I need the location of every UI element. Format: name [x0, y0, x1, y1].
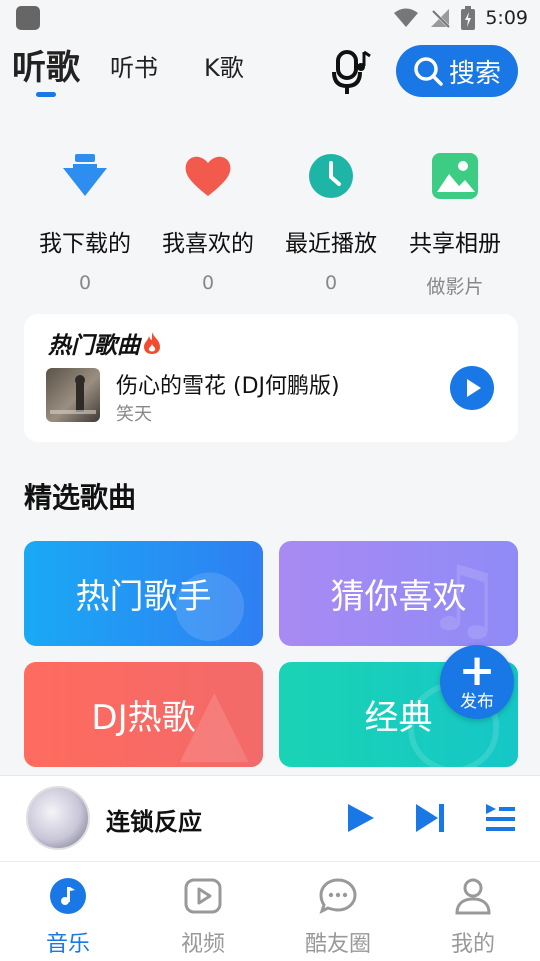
- quick-count: 0: [201, 272, 215, 294]
- photo-icon: [432, 153, 478, 199]
- hot-songs-card[interactable]: 热门歌曲 伤心的雪花 (DJ何鹏版) 笑天: [24, 314, 518, 442]
- tile-guess-you-like[interactable]: ♫ 猜你喜欢: [279, 541, 518, 646]
- song-artist: 笑天: [116, 404, 152, 425]
- cover-art: [50, 375, 96, 414]
- fire-icon: [144, 332, 160, 354]
- quick-count: 0: [78, 272, 92, 294]
- tile-label: DJ热歌: [91, 698, 196, 738]
- tab-listen-songs[interactable]: 听歌: [12, 40, 80, 89]
- quick-label: 共享相册: [409, 231, 501, 257]
- nav-profile[interactable]: 我的: [423, 876, 523, 958]
- play-button[interactable]: [450, 366, 494, 410]
- tile-dj-hits[interactable]: ▲ DJ热歌: [24, 662, 263, 767]
- video-play-icon: [184, 878, 222, 914]
- clock-time: 5:09: [485, 7, 528, 29]
- quick-label: 我下载的: [39, 231, 131, 257]
- featured-section-title: 精选歌曲: [24, 481, 137, 514]
- quick-label: 最近播放: [285, 231, 377, 257]
- battery-charging-icon: [461, 6, 476, 30]
- tile-label: 猜你喜欢: [330, 577, 467, 617]
- nav-video[interactable]: 视频: [153, 876, 253, 958]
- quick-label: 我喜欢的: [162, 231, 254, 257]
- search-icon: [414, 57, 443, 86]
- tile-label: 热门歌手: [75, 577, 212, 617]
- download-icon: [63, 154, 107, 196]
- nav-label: 视频: [180, 932, 225, 957]
- top-bar: 听歌 听书 K歌 搜索: [0, 40, 540, 106]
- clock-icon: [309, 154, 353, 198]
- quick-actions: 我下载的 0 我喜欢的 0 最近播放 0 共享相册 做影片: [0, 150, 540, 300]
- status-icons: 5:09: [393, 4, 528, 32]
- quick-recent[interactable]: 最近播放 0: [271, 150, 391, 294]
- playlist-icon[interactable]: [482, 800, 518, 836]
- quick-subtitle: 做影片: [426, 276, 484, 298]
- music-note-icon: [50, 878, 86, 914]
- play-icon[interactable]: [342, 800, 378, 836]
- search-button-label: 搜索: [448, 58, 501, 89]
- quick-favorites[interactable]: 我喜欢的 0: [148, 150, 268, 294]
- quick-shared-album[interactable]: 共享相册 做影片: [395, 150, 515, 299]
- app-notification-icon: [16, 6, 40, 30]
- voice-search-icon[interactable]: [330, 48, 374, 96]
- mini-player[interactable]: 连锁反应: [0, 775, 540, 861]
- next-track-icon[interactable]: [412, 800, 448, 836]
- publish-fab[interactable]: + 发布: [440, 645, 514, 719]
- quick-downloads[interactable]: 我下载的 0: [25, 150, 145, 294]
- heart-icon: [185, 156, 231, 196]
- active-tab-indicator: [36, 92, 56, 97]
- chat-bubble-icon: [319, 878, 357, 914]
- tile-label: 经典: [364, 698, 433, 738]
- publish-label: 发布: [460, 692, 494, 712]
- song-title: 伤心的雪花 (DJ何鹏版): [116, 374, 340, 399]
- bottom-nav: 音乐 视频 酷友圈 我的: [0, 861, 540, 961]
- status-bar: 5:09: [0, 0, 540, 36]
- nav-label: 酷友圈: [304, 932, 371, 957]
- user-icon: [455, 878, 491, 915]
- plus-icon: +: [458, 645, 496, 696]
- now-playing-cover[interactable]: [26, 786, 90, 850]
- quick-count: 0: [324, 272, 338, 294]
- song-cover-image[interactable]: [46, 368, 100, 422]
- wifi-icon: [394, 8, 419, 27]
- nav-label: 我的: [450, 932, 495, 957]
- search-button[interactable]: 搜索: [396, 45, 518, 97]
- nav-music[interactable]: 音乐: [18, 876, 118, 958]
- no-signal-icon: [430, 7, 451, 29]
- nav-friends-circle[interactable]: 酷友圈: [288, 876, 388, 958]
- hot-songs-header: 热门歌曲: [48, 326, 162, 360]
- now-playing-title: 连锁反应: [106, 808, 202, 836]
- tab-karaoke[interactable]: K歌: [204, 48, 244, 83]
- hot-songs-title: 热门歌曲: [48, 333, 140, 359]
- tab-audiobooks[interactable]: 听书: [110, 48, 158, 83]
- tile-hot-singers[interactable]: ● 热门歌手: [24, 541, 263, 646]
- nav-label: 音乐: [45, 932, 90, 957]
